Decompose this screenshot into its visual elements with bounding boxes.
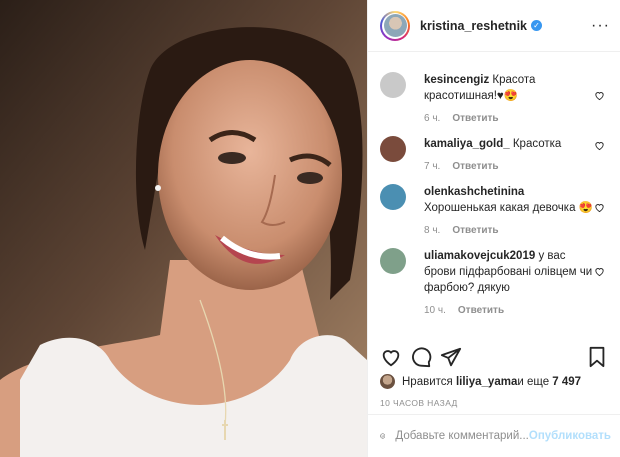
portrait-illustration [0, 0, 367, 457]
liker-username[interactable]: liliya_yama [456, 376, 517, 388]
post-actions-bar [368, 340, 620, 372]
likes-summary: Нравится liliya_yama и еще 7 497 [380, 374, 581, 389]
comment-username[interactable]: uliamakovejcuk2019 [424, 250, 535, 262]
like-heart-icon[interactable] [380, 346, 402, 368]
post-header: kristina_reshetnik ✓ ··· [368, 0, 620, 52]
comment-text: uliamakovejcuk2019 у вас брови підфарбов… [424, 248, 593, 296]
comment-time[interactable]: 10 ч. [424, 305, 446, 316]
comment-item: uliamakovejcuk2019 у вас брови підфарбов… [368, 248, 620, 316]
add-comment-bar: Добавьте комментарий... Опубликовать [368, 414, 620, 457]
reply-link[interactable]: Ответить [452, 225, 498, 236]
reply-link[interactable]: Ответить [452, 113, 498, 124]
comment-meta: 6 ч. Ответить [424, 113, 593, 124]
comment-text: kamaliya_gold_ Красотка [424, 136, 593, 152]
commenter-avatar[interactable] [380, 72, 406, 98]
ellipsis-icon[interactable]: ··· [591, 17, 610, 35]
comment-time[interactable]: 8 ч. [424, 225, 440, 236]
comments-list[interactable]: kesincengiz Красота красотишная!♥😍 6 ч. О… [368, 58, 620, 340]
post-side-panel: kristina_reshetnik ✓ ··· kesincengiz Кра… [367, 0, 620, 457]
comment-input[interactable]: Добавьте комментарий... [395, 430, 528, 442]
comment-time[interactable]: 7 ч. [424, 161, 440, 172]
post-timestamp[interactable]: 10 ЧАСОВ НАЗАД [380, 398, 458, 408]
emoji-smile-icon[interactable] [380, 426, 386, 446]
comment-meta: 7 ч. Ответить [424, 161, 593, 172]
author-avatar[interactable] [380, 10, 410, 41]
comment-username[interactable]: olenkashchetinina [424, 186, 524, 198]
share-send-icon[interactable] [440, 346, 462, 368]
avatar-image [383, 14, 407, 37]
reply-link[interactable]: Ответить [452, 161, 498, 172]
heart-icon[interactable] [594, 202, 605, 213]
author-username[interactable]: kristina_reshetnik [420, 19, 527, 33]
comment-time[interactable]: 6 ч. [424, 113, 440, 124]
comment-meta: 8 ч. Ответить [424, 225, 593, 236]
comment-text: olenkashchetinina Хорошенькая какая дево… [424, 184, 593, 216]
liker-avatar[interactable] [380, 374, 395, 389]
likes-count[interactable]: 7 497 [552, 376, 581, 388]
comment-item: kesincengiz Красота красотишная!♥😍 6 ч. О… [368, 72, 620, 124]
commenter-avatar[interactable] [380, 184, 406, 210]
heart-icon[interactable] [594, 266, 605, 277]
comment-item: olenkashchetinina Хорошенькая какая дево… [368, 184, 620, 236]
heart-icon[interactable] [594, 90, 605, 101]
comment-text: kesincengiz Красота красотишная!♥😍 [424, 72, 593, 104]
post-photo[interactable] [0, 0, 367, 457]
verified-badge-icon: ✓ [531, 20, 542, 31]
commenter-avatar[interactable] [380, 248, 406, 274]
comment-username[interactable]: kesincengiz [424, 74, 489, 86]
commenter-avatar[interactable] [380, 136, 406, 162]
comment-body: Хорошенькая какая девочка 😍 [424, 202, 593, 214]
heart-icon[interactable] [594, 140, 605, 151]
instagram-post: kristina_reshetnik ✓ ··· kesincengiz Кра… [0, 0, 620, 457]
likes-prefix: Нравится [402, 375, 453, 388]
comment-meta: 10 ч. Ответить [424, 305, 593, 316]
comment-username[interactable]: kamaliya_gold_ [424, 138, 510, 150]
comment-bubble-icon[interactable] [410, 346, 432, 368]
reply-link[interactable]: Ответить [458, 305, 504, 316]
likes-middle: и еще [517, 375, 550, 388]
avatar-inner [382, 12, 408, 39]
publish-button[interactable]: Опубликовать [529, 430, 611, 442]
comment-body: Красотка [512, 138, 562, 150]
comment-item: kamaliya_gold_ Красотка 7 ч. Ответить [368, 136, 620, 172]
bookmark-icon[interactable] [586, 346, 608, 368]
